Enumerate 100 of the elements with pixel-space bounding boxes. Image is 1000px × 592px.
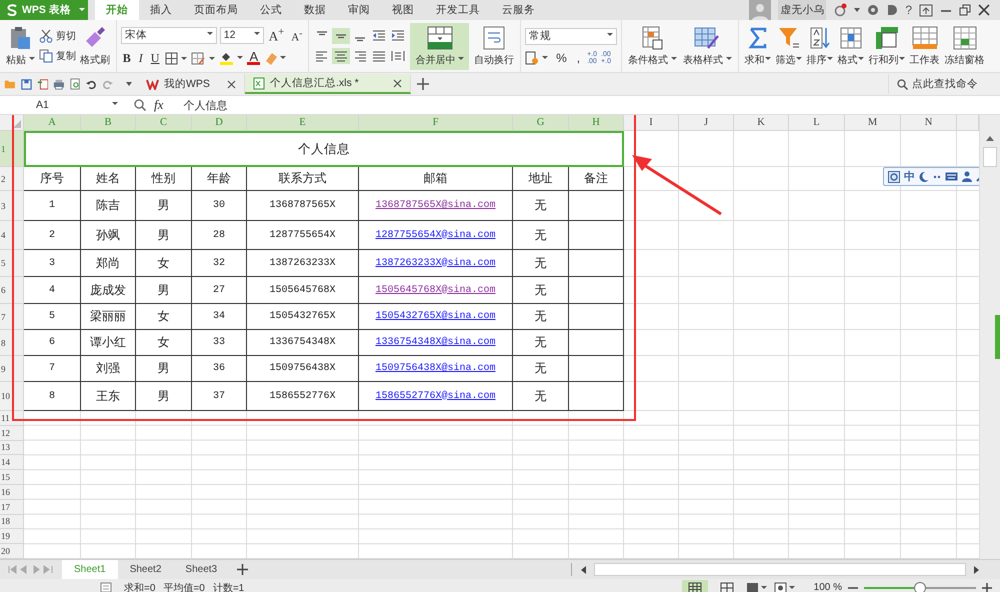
moon-icon[interactable]	[919, 171, 929, 182]
row-header[interactable]: 2	[0, 167, 24, 191]
close-icon[interactable]	[978, 4, 990, 16]
formula-field[interactable]: 个人信息	[175, 98, 228, 112]
export-pdf-icon[interactable]	[36, 77, 48, 91]
help-button[interactable]: ?	[905, 3, 912, 17]
increase-font-button[interactable]: A$^{+}$	[266, 26, 286, 45]
row-header[interactable]: 19	[0, 529, 24, 544]
email-link[interactable]: 1287755654X@sina.com	[375, 230, 496, 240]
table-cell[interactable]: 1586552776X	[247, 382, 359, 411]
column-heading[interactable]: 性别	[136, 167, 192, 191]
table-cell[interactable]: 无	[513, 330, 569, 356]
row-header[interactable]: 18	[0, 514, 24, 530]
row-header[interactable]: 14	[0, 455, 24, 470]
sum-button[interactable]: 求和	[742, 24, 773, 68]
table-cell[interactable]: 无	[513, 191, 569, 221]
input-mode-button[interactable]: 中	[904, 169, 915, 184]
add-sheet-icon[interactable]	[237, 564, 248, 575]
table-cell[interactable]	[569, 356, 624, 382]
table-cell[interactable]: 男	[136, 191, 192, 221]
table-cell[interactable]: 1505645768X	[247, 277, 359, 304]
user-name[interactable]: 虚无小乌	[778, 0, 826, 20]
table-cell[interactable]: 33	[192, 330, 247, 356]
table-cell[interactable]: 1287755654X	[247, 221, 359, 250]
font-family-select[interactable]: 宋体	[120, 26, 217, 44]
insert-function-button[interactable]: fx	[154, 97, 164, 113]
email-link[interactable]: 1586552776X@sina.com	[375, 390, 496, 402]
table-cell[interactable]: 无	[513, 250, 569, 277]
column-header[interactable]: J	[679, 115, 734, 131]
table-cell[interactable]: 3	[24, 250, 81, 277]
sheet-tab[interactable]: Sheet2	[118, 560, 174, 579]
column-heading[interactable]: 邮箱	[359, 167, 513, 191]
table-cell[interactable]: 孙飒	[81, 221, 136, 250]
email-link[interactable]: 1505645768X@sina.com	[375, 284, 496, 296]
page-layout-icon[interactable]	[746, 580, 768, 592]
user-icon[interactable]	[962, 171, 972, 182]
skin-icon[interactable]	[867, 4, 880, 16]
table-cell[interactable]: 陈吉	[81, 191, 136, 221]
pin-ribbon-icon[interactable]	[919, 4, 933, 16]
row-header[interactable]: 10	[0, 382, 24, 411]
print-preview-icon[interactable]	[70, 77, 82, 91]
ribbon-tab[interactable]: 开始	[94, 0, 139, 20]
freeze-panes-button[interactable]: 冻结窗格	[942, 24, 987, 68]
format-button[interactable]: 格式	[836, 24, 866, 68]
table-cell[interactable]: 郑尚	[81, 250, 136, 277]
table-cell[interactable]: 1509756438X	[247, 356, 359, 382]
table-cell[interactable]	[569, 221, 624, 250]
merge-center-button[interactable]: 合并居中	[410, 22, 470, 70]
wrap-text-button[interactable]: 自动换行	[472, 24, 516, 68]
row-header[interactable]: 15	[0, 470, 24, 485]
ribbon-tab[interactable]: 云服务	[490, 0, 546, 20]
zoom-percentage[interactable]: 100 %	[814, 582, 842, 592]
font-color-button[interactable]: A	[247, 51, 260, 66]
ribbon-tab[interactable]: 开发工具	[424, 0, 491, 20]
ribbon-tab[interactable]: 视图	[380, 0, 425, 20]
table-cell[interactable]: 谭小红	[81, 330, 136, 356]
table-cell[interactable]: 无	[513, 356, 569, 382]
select-all-icon[interactable]	[13, 120, 21, 128]
row-header[interactable]: 3	[0, 191, 24, 221]
keyboard-icon[interactable]	[945, 172, 958, 181]
table-cell[interactable]: 女	[136, 250, 192, 277]
horizontal-align-icon[interactable]	[332, 48, 350, 64]
table-cell[interactable]: 男	[136, 221, 192, 250]
bold-button[interactable]: B	[120, 50, 133, 66]
borders-icon[interactable]	[165, 52, 188, 65]
table-cell[interactable]: 32	[192, 250, 247, 277]
underline-button[interactable]: U	[148, 50, 162, 66]
row-header[interactable]: 5	[0, 250, 24, 277]
save-icon[interactable]	[20, 78, 32, 90]
conditional-format-button[interactable]: 条件格式	[626, 24, 679, 68]
table-cell[interactable]: 5	[24, 304, 81, 330]
add-icon[interactable]	[417, 78, 429, 90]
vertical-align-icon[interactable]	[332, 28, 350, 44]
eye-protection-icon[interactable]	[774, 580, 796, 592]
column-heading[interactable]: 地址	[513, 167, 569, 191]
row-header[interactable]: 16	[0, 484, 24, 500]
row-header[interactable]: 7	[0, 304, 24, 330]
column-heading[interactable]: 序号	[24, 167, 81, 191]
ribbon-tab[interactable]: 页面布局	[182, 0, 249, 20]
table-cell[interactable]: 无	[513, 277, 569, 304]
table-cell[interactable]: 庞成发	[81, 277, 136, 304]
sheet-tab[interactable]: Sheet3	[173, 560, 230, 579]
number-format-select[interactable]: 常规	[525, 28, 618, 44]
command-search-field[interactable]: 点此查找命令	[912, 78, 992, 90]
scroll-right-icon[interactable]	[974, 566, 980, 574]
table-cell[interactable]: 1387263233X	[247, 250, 359, 277]
table-cell[interactable]: 6	[24, 330, 81, 356]
ribbon-tab[interactable]: 数据	[292, 0, 337, 20]
decrease-font-button[interactable]: A$^{-}$	[289, 28, 304, 44]
table-cell[interactable]: 男	[136, 277, 192, 304]
app-menu-button[interactable]: WPS 表格	[0, 0, 75, 20]
table-cell[interactable]: 无	[513, 304, 569, 330]
ribbon-tab[interactable]: 插入	[138, 0, 183, 20]
document-tab[interactable]: 个人信息汇总.xls *	[245, 74, 411, 94]
table-cell[interactable]: 30	[192, 191, 247, 221]
row-header[interactable]: 4	[0, 221, 24, 250]
sheet-tab[interactable]: Sheet1	[62, 560, 118, 579]
normal-view-icon[interactable]	[682, 580, 708, 592]
sort-button[interactable]: 排序	[804, 24, 835, 68]
italic-button[interactable]: I	[136, 50, 145, 66]
